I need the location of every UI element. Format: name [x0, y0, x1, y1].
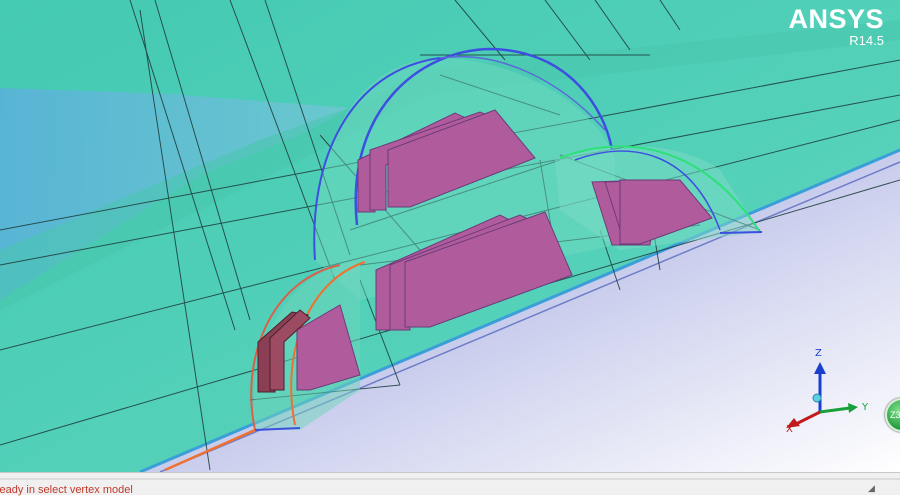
axis-triad-graphic [786, 362, 858, 428]
z-axis-label: Z [815, 348, 822, 359]
axis-triad-icon[interactable]: Z Y X [778, 340, 888, 440]
arch-right-base [719, 231, 763, 234]
scroll-grip-icon[interactable]: ◢ [868, 483, 886, 495]
horizontal-scrollbar[interactable] [0, 475, 900, 483]
y-axis-label: Y [862, 402, 869, 413]
brand-name: ANSYS [788, 4, 884, 34]
x-axis-label: X [786, 424, 793, 435]
status-message: keady in select vertex model [0, 484, 133, 496]
model-scene[interactable] [0, 0, 900, 472]
ansys-logo: ANSYS R14.5 [788, 4, 884, 48]
iso-view-label: Z3 [890, 410, 900, 420]
brand-version: R14.5 [849, 33, 884, 48]
status-bar: keady in select vertex model ◢ [0, 472, 900, 496]
graphics-viewport[interactable]: ANSYS R14.5 Z Y X Z3 [0, 0, 900, 472]
scroll-track [0, 478, 900, 480]
